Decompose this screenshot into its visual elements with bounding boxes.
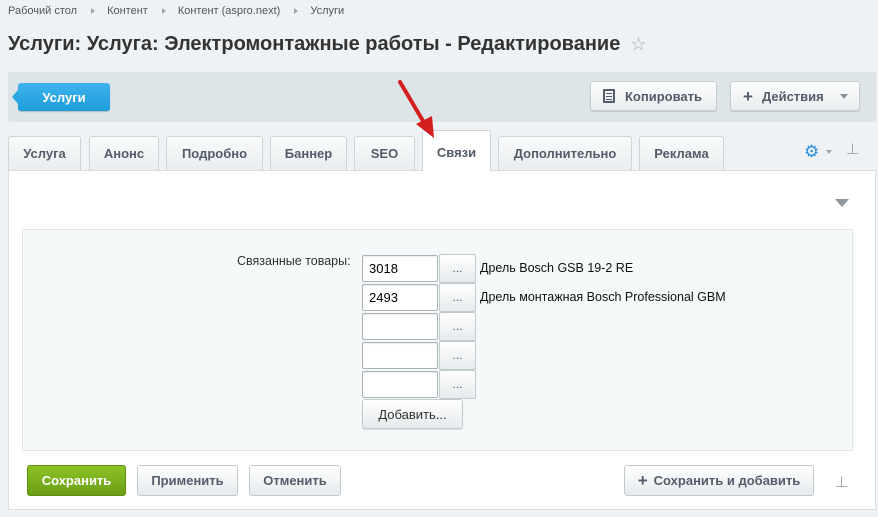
breadcrumb-item[interactable]: Услуги	[310, 5, 344, 17]
linked-products-section: Связанные товары: 3018 ... Дрель Bosch G…	[22, 229, 853, 451]
back-to-list-button[interactable]: Услуги	[12, 83, 110, 111]
save-and-add-label: Сохранить и добавить	[653, 473, 801, 488]
plus-icon: +	[637, 471, 648, 490]
browse-button[interactable]: ...	[439, 340, 476, 370]
breadcrumb: Рабочий стол Контент Контент (aspro.next…	[8, 4, 344, 18]
star-icon[interactable]: ☆	[630, 34, 646, 55]
add-product-button[interactable]: Добавить...	[362, 399, 463, 429]
tab-content-panel: Связанные товары: 3018 ... Дрель Bosch G…	[8, 170, 876, 510]
page-title: Услуги: Услуга: Электромонтажные работы …	[8, 33, 621, 55]
product-name: Дрель монтажная Bosch Professional GBM	[480, 290, 726, 304]
copy-label: Копировать	[625, 88, 703, 104]
tab-seo[interactable]: SEO	[354, 136, 415, 170]
product-id-input[interactable]	[362, 341, 438, 369]
product-id-input[interactable]	[362, 370, 438, 398]
pin-icon[interactable]: ⊥	[846, 140, 859, 158]
pin-icon[interactable]: ⊥	[835, 473, 848, 491]
breadcrumb-item[interactable]: Контент	[107, 5, 148, 17]
chevron-down-icon	[839, 93, 848, 99]
save-button[interactable]: Сохранить	[27, 465, 126, 496]
copy-button[interactable]: Копировать	[590, 81, 717, 111]
copy-icon	[603, 89, 615, 103]
collapse-icon[interactable]	[835, 199, 849, 207]
plus-icon: +	[743, 86, 753, 106]
cancel-button[interactable]: Отменить	[249, 465, 341, 496]
actions-label: Действия	[761, 88, 824, 104]
linked-products-label: Связанные товары:	[237, 254, 351, 268]
tab-additional[interactable]: Дополнительно	[498, 136, 632, 170]
browse-button[interactable]: ...	[439, 282, 476, 312]
linked-product-row: ...	[362, 369, 476, 399]
gear-icon[interactable]: ⚙	[804, 142, 819, 162]
apply-button[interactable]: Применить	[137, 465, 238, 496]
breadcrumb-item[interactable]: Рабочий стол	[8, 5, 77, 17]
linked-product-row: 3018 ... Дрель Bosch GSB 19-2 RE	[362, 253, 634, 283]
breadcrumb-item[interactable]: Контент (aspro.next)	[178, 5, 281, 17]
tab-links[interactable]: Связи	[422, 130, 491, 171]
breadcrumb-separator-icon	[161, 8, 166, 14]
linked-product-row: ...	[362, 311, 476, 341]
product-id-input[interactable]	[362, 312, 438, 340]
tab-banner[interactable]: Баннер	[270, 136, 347, 170]
browse-button[interactable]: ...	[439, 311, 476, 341]
browse-button[interactable]: ...	[439, 253, 476, 283]
save-and-add-button[interactable]: + Сохранить и добавить	[624, 465, 814, 496]
breadcrumb-separator-icon	[91, 8, 96, 14]
breadcrumb-separator-icon	[294, 8, 299, 14]
linked-product-row: 2493 ... Дрель монтажная Bosch Professio…	[362, 282, 726, 312]
tab-details[interactable]: Подробно	[166, 136, 263, 170]
toolbar: Услуги Копировать + Действия	[8, 72, 876, 122]
actions-button[interactable]: + Действия	[730, 81, 860, 111]
product-name: Дрель Bosch GSB 19-2 RE	[480, 261, 634, 275]
product-id-input[interactable]: 3018	[362, 254, 438, 282]
page-title-row: Услуги: Услуга: Электромонтажные работы …	[8, 33, 646, 56]
browse-button[interactable]: ...	[439, 369, 476, 399]
linked-product-row: ...	[362, 340, 476, 370]
tab-ads[interactable]: Реклама	[639, 136, 724, 170]
tab-service[interactable]: Услуга	[8, 136, 81, 170]
chevron-down-icon[interactable]	[826, 150, 832, 154]
tab-bar: Услуга Анонс Подробно Баннер SEO Связи Д…	[8, 130, 878, 171]
product-id-input[interactable]: 2493	[362, 283, 438, 311]
tab-announce[interactable]: Анонс	[89, 136, 159, 170]
